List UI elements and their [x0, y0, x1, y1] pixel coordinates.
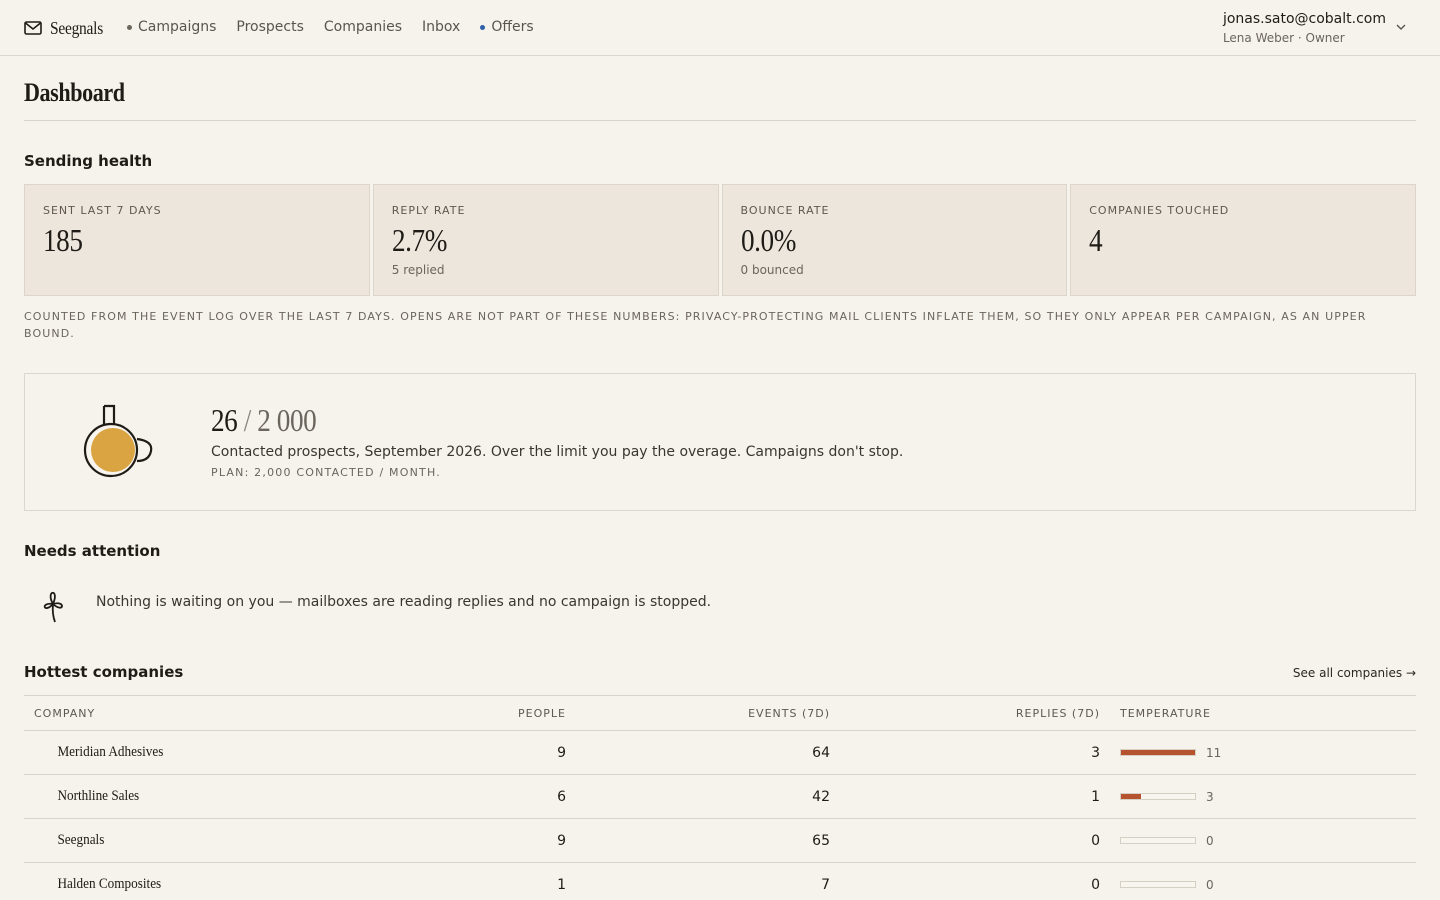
cell-replies: 0 — [1091, 832, 1100, 849]
stat-card-sent: SENT LAST 7 DAYS 185 — [24, 184, 370, 296]
stat-card-bounce-rate: BOUNCE RATE 0.0% 0 bounced — [721, 184, 1068, 296]
usage-card: 26 / 2 000 Contacted prospects, Septembe… — [24, 373, 1416, 511]
nav-prospects[interactable]: Prospects — [236, 17, 303, 37]
attention-message: Nothing is waiting on you — mailboxes ar… — [96, 594, 712, 610]
table-header: COMPANY PEOPLE EVENTS (7D) REPLIES (7D) … — [24, 695, 1416, 730]
brand-name: Seegnals — [50, 17, 103, 38]
see-all-companies-link[interactable]: See all companies → — [1293, 666, 1416, 680]
brand[interactable]: Seegnals — [24, 17, 112, 39]
nav-dot — [480, 24, 486, 30]
company-name[interactable]: Seegnals — [24, 832, 369, 849]
cell-people: 6 — [557, 788, 566, 805]
column-company[interactable]: COMPANY — [24, 707, 416, 720]
stat-label: SENT LAST 7 DAYS — [43, 204, 162, 217]
cell-temperature: 0 — [1100, 834, 1214, 848]
cell-replies: 0 — [1091, 876, 1100, 893]
nav-label: Offers — [491, 19, 534, 35]
table-row[interactable]: Northline Sales 6 42 1 3 — [24, 774, 1416, 818]
company-name[interactable]: Meridian Adhesives — [24, 744, 369, 761]
page-title: Dashboard — [24, 78, 125, 107]
company-name[interactable]: Halden Composites — [24, 876, 369, 893]
nav-label: Companies — [323, 19, 403, 35]
company-name[interactable]: Northline Sales — [24, 788, 369, 805]
nav-companies[interactable]: Companies — [324, 17, 402, 37]
hottest-companies-title: Hottest companies — [24, 663, 184, 681]
top-nav: Seegnals Campaigns Prospects Companies I… — [0, 0, 1440, 56]
stats-row: SENT LAST 7 DAYS 185 REPLY RATE 2.7% 5 r… — [24, 184, 1416, 296]
nav-campaigns[interactable]: Campaigns — [127, 17, 216, 37]
stat-sub: 0 bounced — [740, 263, 804, 277]
column-temperature[interactable]: TEMPERATURE — [1100, 707, 1211, 720]
stat-card-reply-rate: REPLY RATE 2.7% 5 replied — [372, 184, 719, 296]
stat-sub: 5 replied — [391, 263, 445, 277]
stats-footnote: COUNTED FROM THE EVENT LOG OVER THE LAST… — [24, 310, 1367, 340]
table-row[interactable]: Meridian Adhesives 9 64 3 11 — [24, 730, 1416, 774]
stat-value: 4 — [1089, 222, 1103, 258]
cell-events: 65 — [812, 832, 830, 849]
mail-icon — [24, 21, 42, 35]
usage-count: 26 / 2 000 — [211, 402, 317, 439]
usage-description: Contacted prospects, September 2026. Ove… — [211, 444, 904, 460]
column-people[interactable]: PEOPLE — [416, 707, 566, 720]
nav-inbox[interactable]: Inbox — [422, 17, 460, 37]
nav-label: Prospects — [236, 19, 304, 35]
usage-limit: 2 000 — [257, 402, 317, 438]
usage-separator: / — [243, 402, 252, 438]
temperature-value: 0 — [1206, 833, 1214, 848]
temperature-bar — [1120, 881, 1196, 888]
cell-events: 7 — [821, 876, 830, 893]
divider — [24, 120, 1416, 121]
table-row[interactable]: Halden Composites 1 7 0 0 — [24, 862, 1416, 900]
account-menu[interactable]: jonas.sato@cobalt.com Lena Weber · Owner — [1223, 11, 1386, 45]
cell-replies: 1 — [1091, 788, 1100, 805]
table-row[interactable]: Seegnals 9 65 0 0 — [24, 818, 1416, 862]
column-events[interactable]: EVENTS (7D) — [566, 707, 830, 720]
stat-label: REPLY RATE — [391, 204, 466, 217]
temperature-bar — [1120, 837, 1196, 844]
nav-label: Campaigns — [138, 19, 217, 35]
stat-label: BOUNCE RATE — [740, 204, 830, 217]
temperature-bar-fill — [1121, 750, 1195, 755]
companies-table: COMPANY PEOPLE EVENTS (7D) REPLIES (7D) … — [24, 695, 1416, 900]
sending-health-title: Sending health — [24, 152, 153, 170]
nav-dot — [127, 24, 132, 30]
temperature-bar-fill — [1121, 794, 1142, 799]
cell-people: 9 — [557, 832, 566, 849]
account-email: jonas.sato@cobalt.com — [1222, 11, 1386, 27]
cell-events: 42 — [812, 788, 830, 805]
cell-people: 9 — [557, 744, 566, 761]
temperature-bar — [1120, 749, 1196, 756]
nav-offers[interactable]: Offers — [480, 17, 534, 37]
account-subtitle: Lena Weber · Owner — [1222, 31, 1345, 45]
cell-events: 64 — [812, 744, 830, 761]
usage-plan: PLAN: 2,000 CONTACTED / MONTH. — [211, 466, 441, 479]
stat-value: 185 — [43, 222, 83, 258]
usage-used: 26 — [211, 402, 238, 438]
flower-icon — [43, 591, 63, 623]
cell-temperature: 0 — [1100, 878, 1214, 892]
cell-people: 1 — [557, 876, 566, 893]
stat-card-companies-touched: COMPANIES TOUCHED 4 — [1070, 184, 1416, 296]
cell-temperature: 11 — [1100, 746, 1221, 760]
needs-attention-title: Needs attention — [24, 542, 161, 560]
stat-value: 2.7% — [391, 222, 447, 258]
cell-temperature: 3 — [1100, 790, 1214, 804]
temperature-bar — [1120, 793, 1196, 800]
temperature-value: 11 — [1206, 745, 1222, 760]
temperature-value: 0 — [1206, 877, 1214, 892]
nav-label: Inbox — [422, 19, 461, 35]
cell-replies: 3 — [1091, 744, 1100, 761]
jug-icon — [83, 404, 153, 478]
stat-label: COMPANIES TOUCHED — [1089, 204, 1230, 217]
temperature-value: 3 — [1206, 789, 1214, 804]
column-replies[interactable]: REPLIES (7D) — [830, 707, 1100, 720]
chevron-down-icon[interactable] — [1394, 20, 1408, 34]
stat-value: 0.0% — [740, 222, 796, 258]
main-nav: Campaigns Prospects Companies Inbox Offe… — [127, 17, 534, 37]
